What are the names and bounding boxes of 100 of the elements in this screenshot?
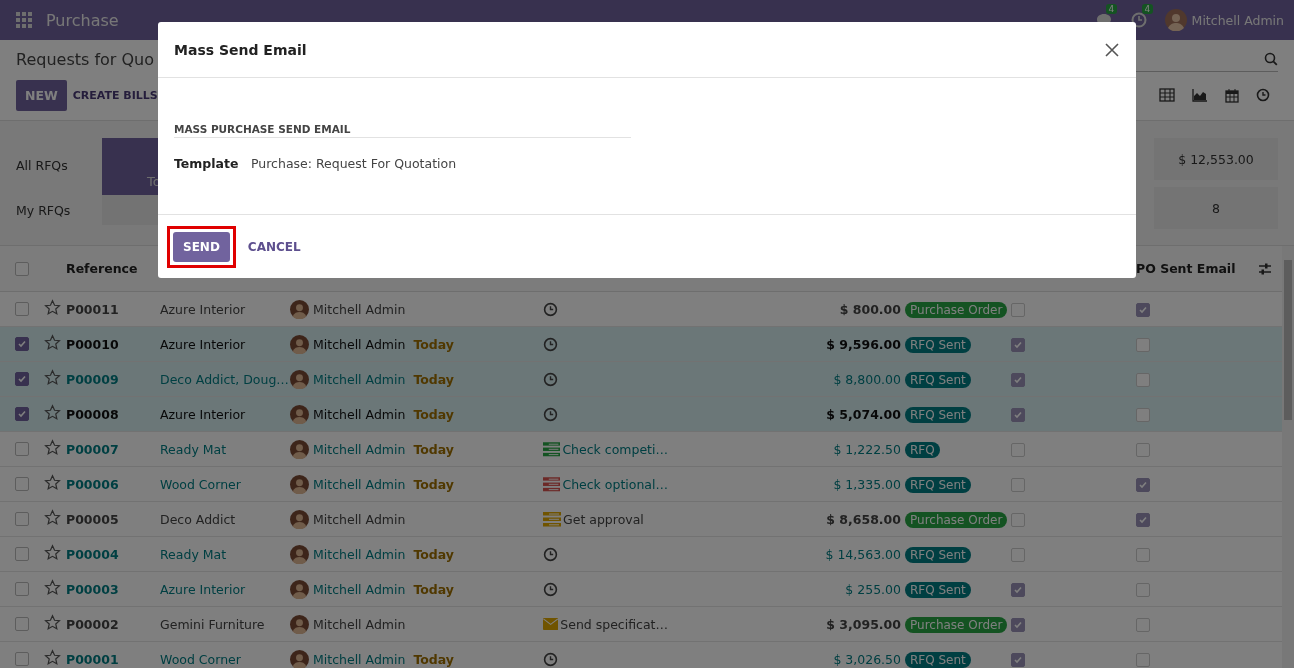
table-row[interactable]: P00005 Deco Addict Mitchell Admin Get approval $ 8,658.00 Purchase Order [0, 502, 1282, 537]
dashboard-total[interactable]: $ 12,553.00 [1154, 138, 1278, 180]
deadline-text: Today [413, 406, 454, 422]
table-cell: P00005 [66, 511, 119, 527]
table-cell: Deco Addict, Doug… [160, 371, 289, 387]
table-cell: P00002 [66, 616, 119, 632]
scrollbar[interactable] [1282, 246, 1294, 668]
star-icon[interactable] [44, 404, 61, 421]
table-row[interactable]: P00003 Azure Interior Mitchell Admin Today $ 255.00 RFQ Sent [0, 572, 1282, 607]
dashboard-row-label: All RFQs [16, 158, 69, 173]
activity-summary[interactable]: Check competi… [562, 441, 668, 457]
activity-summary[interactable]: Send specificat… [560, 616, 668, 632]
calendar-view-icon[interactable] [1225, 87, 1239, 103]
user-name[interactable]: Mitchell Admin [1191, 12, 1284, 28]
deadline-text: Today [413, 336, 454, 352]
activity-count-badge: 4 [1141, 4, 1154, 14]
row-checkbox[interactable] [15, 337, 29, 351]
star-icon[interactable] [44, 649, 61, 666]
avatar [290, 334, 309, 354]
table-cell: P00003 [66, 581, 119, 597]
star-icon[interactable] [44, 474, 61, 491]
table-cell: $ 1,335.00 [833, 476, 901, 492]
user-avatar[interactable] [1164, 9, 1187, 31]
table-cell: $ 1,222.50 [833, 441, 901, 457]
table-row[interactable]: P00004 Ready Mat Mitchell Admin Today $ 14,563.00 RFQ Sent [0, 537, 1282, 572]
status-badge: Purchase Order [905, 616, 1008, 633]
row-checkbox[interactable] [15, 372, 29, 386]
table-cell: Deco Addict [160, 511, 236, 527]
send-button[interactable]: SEND [173, 231, 230, 262]
star-icon[interactable] [44, 299, 61, 316]
row-checkbox[interactable] [15, 477, 29, 491]
list-icon[interactable] [543, 441, 561, 457]
table-row[interactable]: P00002 Gemini Furniture Mitchell Admin Send specificat… $ 3,095.00 Purchase Order [0, 607, 1282, 642]
table-cell: $ 14,563.00 [825, 546, 901, 562]
avatar [290, 614, 309, 634]
star-icon[interactable] [44, 579, 61, 596]
status-badge: RFQ Sent [905, 546, 971, 563]
activity-summary[interactable]: Check optional… [562, 476, 668, 492]
deadline-text: Today [413, 581, 454, 597]
template-field[interactable]: Purchase: Request For Quotation [251, 156, 457, 171]
row-checkbox[interactable] [15, 302, 29, 316]
table-cell: Wood Corner [160, 651, 241, 667]
star-icon[interactable] [44, 509, 61, 526]
star-icon[interactable] [44, 439, 61, 456]
table-row[interactable]: P00009 Deco Addict, Doug… Mitchell Admin Today $ 8,800.00 RFQ Sent [0, 362, 1282, 397]
dialog-title: Mass Send Email [174, 41, 307, 58]
deadline-text: Today [413, 651, 454, 667]
app-name[interactable]: Purchase [46, 10, 119, 30]
table-row[interactable]: P00001 Wood Corner Mitchell Admin Today $ 3,026.50 RFQ Sent [0, 642, 1282, 668]
apps-menu-icon[interactable] [16, 12, 32, 28]
table-cell: Mitchell Admin [313, 301, 406, 317]
status-badge: RFQ Sent [905, 476, 971, 493]
deadline-text: Today [413, 476, 454, 492]
avatar [290, 369, 309, 389]
chart-view-icon[interactable] [1192, 88, 1208, 102]
search-icon[interactable] [1264, 51, 1278, 66]
star-icon[interactable] [44, 334, 61, 351]
row-checkbox[interactable] [15, 582, 29, 596]
table-cell: Mitchell Admin [313, 616, 406, 632]
row-checkbox[interactable] [15, 617, 29, 631]
table-cell: P00010 [66, 336, 119, 352]
avatar [290, 649, 309, 668]
cancel-button[interactable]: CANCEL [241, 238, 307, 255]
grid-view-icon[interactable] [1159, 88, 1175, 102]
activity-summary[interactable]: Get approval [563, 511, 644, 527]
create-bills-button[interactable]: CREATE BILLS [66, 80, 160, 110]
table-cell: Azure Interior [160, 581, 246, 597]
select-all-checkbox[interactable] [15, 261, 29, 276]
table-cell: P00007 [66, 441, 119, 457]
row-checkbox[interactable] [15, 547, 29, 561]
column-header[interactable]: Reference [66, 261, 138, 276]
row-checkbox[interactable] [15, 442, 29, 456]
table-cell: $ 255.00 [845, 581, 901, 597]
table-cell: Mitchell Admin [313, 581, 406, 597]
close-icon[interactable] [1104, 41, 1120, 58]
table-cell: $ 5,074.00 [826, 406, 901, 422]
row-checkbox[interactable] [15, 407, 29, 421]
star-icon[interactable] [44, 544, 61, 561]
table-row[interactable]: P00008 Azure Interior Mitchell Admin Today $ 5,074.00 RFQ Sent [0, 397, 1282, 432]
table-row[interactable]: P00007 Ready Mat Mitchell Admin Today Check competi… $ 1,222.50 RFQ [0, 432, 1282, 467]
table-cell: Mitchell Admin [313, 371, 406, 387]
star-icon[interactable] [44, 369, 61, 386]
table-cell: $ 9,596.00 [826, 336, 901, 352]
table-row[interactable]: P00006 Wood Corner Mitchell Admin Today Check optional… $ 1,335.00 RFQ Sent [0, 467, 1282, 502]
table-cell: P00006 [66, 476, 119, 492]
table-cell: $ 3,095.00 [826, 616, 901, 632]
list-icon[interactable] [543, 476, 561, 492]
star-icon[interactable] [44, 614, 61, 631]
table-cell: P00011 [66, 301, 119, 317]
table-cell: Ready Mat [160, 441, 227, 457]
dashboard-count[interactable]: 8 [1154, 187, 1278, 229]
new-button[interactable]: NEW [16, 79, 67, 111]
column-header[interactable]: PO Sent Email [1136, 261, 1236, 276]
status-badge: RFQ Sent [905, 371, 971, 388]
sliders-icon[interactable] [1258, 261, 1272, 276]
row-checkbox[interactable] [15, 512, 29, 526]
table-row[interactable]: P00010 Azure Interior Mitchell Admin Today $ 9,596.00 RFQ Sent [0, 327, 1282, 362]
table-cell: Gemini Furniture [160, 616, 265, 632]
row-checkbox[interactable] [15, 652, 29, 666]
checkmark-icon [17, 339, 27, 349]
